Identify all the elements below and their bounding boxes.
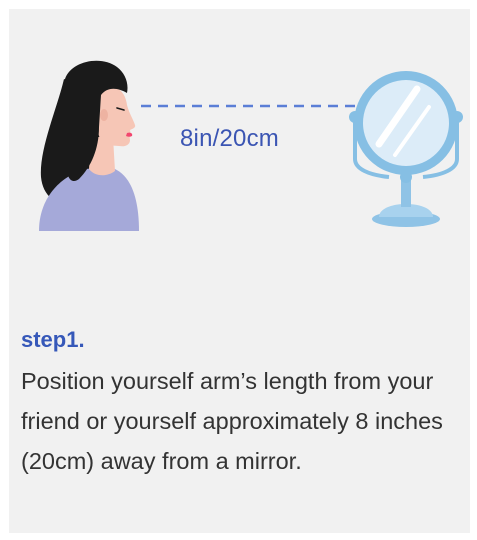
step-description: Position yourself arm’s length from your… — [21, 368, 443, 474]
distance-label: 8in/20cm — [180, 125, 279, 152]
instruction-card: 8in/20cm step1. Position yourself arm’s … — [9, 9, 470, 533]
step-title: step1. — [21, 327, 85, 352]
woman-figure — [39, 60, 139, 231]
mirror-figure — [349, 71, 463, 227]
